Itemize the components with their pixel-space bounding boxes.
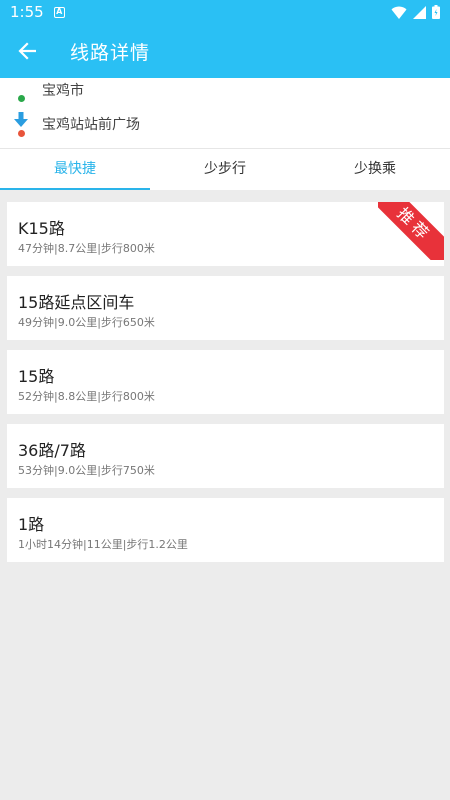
route-card[interactable]: K15路 47分钟|8.7公里|步行800米 推荐: [7, 202, 444, 266]
tab-less-transfer[interactable]: 少换乘: [300, 149, 450, 190]
route-name: 15路: [18, 367, 55, 386]
route-name: 1路: [18, 515, 45, 534]
direction-down-arrow-icon: [14, 112, 28, 127]
status-time: 1:55: [10, 3, 44, 21]
wifi-icon: [391, 6, 407, 19]
origin-label: 宝鸡市: [42, 83, 84, 99]
destination-dot: [18, 130, 25, 137]
route-name: 36路/7路: [18, 441, 86, 460]
route-tabs: 最快捷 少步行 少换乘: [0, 148, 450, 190]
route-meta: 53分钟|9.0公里|步行750米: [18, 464, 155, 477]
route-list: K15路 47分钟|8.7公里|步行800米 推荐 15路延点区间车 49分钟|…: [7, 202, 444, 572]
page-title: 线路详情: [70, 41, 151, 64]
route-meta: 47分钟|8.7公里|步行800米: [18, 242, 155, 255]
origin-dot: [18, 95, 25, 102]
back-button[interactable]: [2, 24, 52, 78]
route-meta: 52分钟|8.8公里|步行800米: [18, 390, 155, 403]
signal-icon: [413, 5, 426, 19]
route-meta: 1小时14分钟|11公里|步行1.2公里: [18, 538, 188, 551]
route-card[interactable]: 1路 1小时14分钟|11公里|步行1.2公里: [7, 498, 444, 562]
route-name: 15路延点区间车: [18, 293, 135, 312]
route-summary: 宝鸡市 宝鸡站站前广场: [0, 78, 450, 148]
route-card[interactable]: 15路 52分钟|8.8公里|步行800米: [7, 350, 444, 414]
route-name: K15路: [18, 219, 65, 238]
back-arrow-icon: [18, 42, 36, 60]
app-bar: 线路详情: [0, 24, 450, 78]
route-card[interactable]: 15路延点区间车 49分钟|9.0公里|步行650米: [7, 276, 444, 340]
tab-fastest[interactable]: 最快捷: [0, 149, 150, 190]
recommend-badge: 推荐: [378, 202, 444, 260]
route-meta: 49分钟|9.0公里|步行650米: [18, 316, 155, 329]
battery-icon: [432, 5, 440, 19]
route-card[interactable]: 36路/7路 53分钟|9.0公里|步行750米: [7, 424, 444, 488]
notification-icon: A: [53, 6, 65, 18]
tab-less-walking[interactable]: 少步行: [150, 149, 300, 190]
status-bar: 1:55 A: [0, 0, 450, 24]
recommend-ribbon: 推荐: [378, 202, 444, 260]
destination-label: 宝鸡站站前广场: [42, 117, 140, 133]
